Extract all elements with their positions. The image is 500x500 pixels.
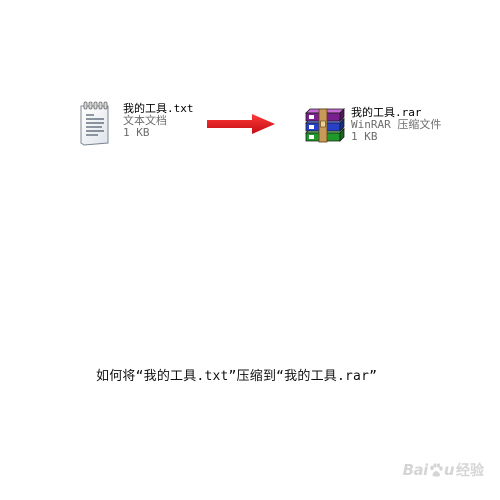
- arrow-right-icon: [207, 114, 275, 134]
- file-meta-txt: 我的工具.txt 文本文档 1 KB: [123, 103, 194, 139]
- baidu-jingyan-watermark: Bai u 经验: [403, 460, 484, 480]
- winrar-archive-icon: [305, 108, 345, 143]
- watermark-sub: 经验: [456, 463, 484, 479]
- watermark-brand-tail: u: [443, 461, 455, 479]
- file-item-txt[interactable]: 我的工具.txt 文本文档 1 KB: [78, 101, 194, 147]
- watermark-brand: Bai: [402, 461, 429, 479]
- caption-text: 如何将“我的工具.txt”压缩到“我的工具.rar”: [96, 369, 378, 384]
- notepad-icon: [80, 101, 109, 146]
- baidu-paw-icon: [430, 462, 443, 477]
- file-size: 1 KB: [123, 126, 150, 139]
- file-size: 1 KB: [351, 130, 378, 143]
- file-meta-rar: 我的工具.rar WinRAR 压缩文件 1 KB: [351, 107, 441, 143]
- file-item-rar[interactable]: 我的工具.rar WinRAR 压缩文件 1 KB: [302, 105, 441, 145]
